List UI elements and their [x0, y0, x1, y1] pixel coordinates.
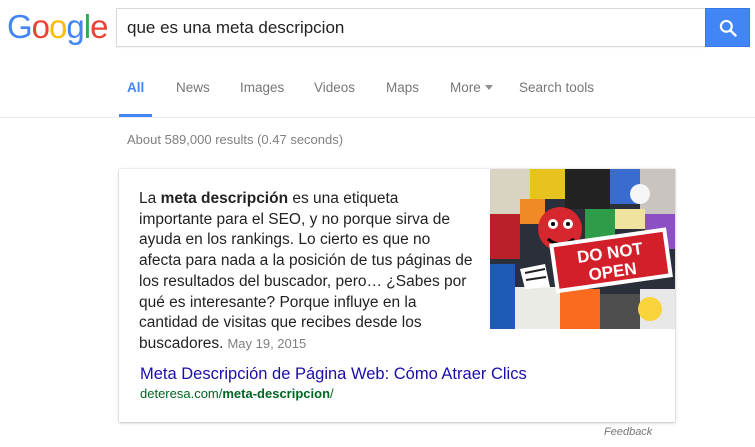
snippet-text-start: La [139, 190, 161, 207]
logo-letter-g2: g [66, 8, 84, 45]
result-stats: About 589,000 results (0.47 seconds) [127, 132, 344, 147]
header: Google [0, 0, 755, 58]
search-button[interactable] [705, 8, 750, 47]
snippet-text-body: es una etiqueta importante para el SEO, … [139, 190, 473, 352]
tab-news[interactable]: News [176, 80, 210, 95]
logo-letter-o1: o [31, 8, 50, 45]
result-url[interactable]: deteresa.com/meta-descripcion/ [140, 386, 334, 401]
featured-snippet-card: La meta descripción es una etiqueta impo… [119, 169, 675, 422]
search-icon [719, 19, 737, 37]
collage-image: DO NOT OPEN [490, 169, 675, 329]
logo-letter-o2: o [49, 8, 67, 45]
google-logo[interactable]: Google [7, 8, 108, 45]
tab-search-tools[interactable]: Search tools [519, 80, 594, 95]
tab-images[interactable]: Images [240, 80, 284, 95]
url-domain: deteresa.com/ [140, 386, 223, 401]
logo-letter-g1: G [7, 8, 33, 45]
result-title-link[interactable]: Meta Descripción de Página Web: Cómo Atr… [140, 365, 527, 384]
search-tabs: All News Images Videos Maps More Search … [0, 58, 755, 118]
snippet-date: May 19, 2015 [227, 335, 307, 351]
url-suffix: / [330, 386, 334, 401]
snippet-thumbnail[interactable]: DO NOT OPEN [490, 169, 675, 329]
tab-videos[interactable]: Videos [314, 80, 355, 95]
tab-maps[interactable]: Maps [386, 80, 419, 95]
logo-letter-e: e [90, 8, 108, 45]
tab-more[interactable]: More [450, 80, 493, 95]
caret-down-icon [484, 84, 493, 90]
tab-all[interactable]: All [127, 80, 144, 95]
search-input[interactable] [127, 9, 697, 46]
url-path-bold: meta-descripcion [222, 386, 331, 401]
active-tab-indicator [119, 114, 152, 117]
snippet-bold-term: meta descripción [160, 190, 289, 207]
search-box [116, 8, 706, 47]
snippet-text: La meta descripción es una etiqueta impo… [139, 189, 475, 355]
feedback-link[interactable]: Feedback [604, 426, 652, 438]
tab-more-label: More [450, 80, 481, 95]
